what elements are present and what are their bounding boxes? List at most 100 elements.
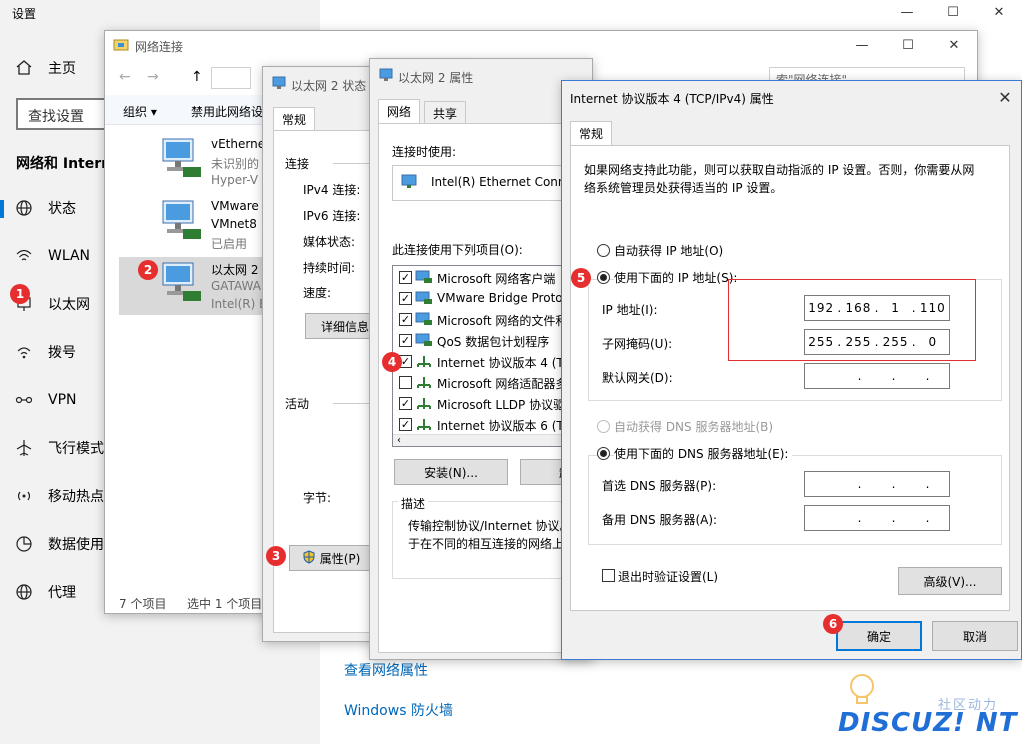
advanced-button[interactable]: 高级(V)... (898, 567, 1002, 595)
validate-checkbox[interactable] (602, 569, 615, 582)
alternate-dns-label: 备用 DNS 服务器(A): (602, 513, 718, 527)
protocol-icon (415, 354, 433, 371)
protocol-icon (415, 375, 433, 392)
cancel-button[interactable]: 取消 (932, 621, 1018, 651)
status-row-label: IPv6 连接: (303, 209, 361, 223)
item-checkbox[interactable]: ✓ (399, 397, 412, 410)
item-label: Microsoft LLDP 协议驱 (437, 398, 566, 412)
tab-general[interactable]: 常规 (273, 107, 316, 131)
proxy-icon (14, 582, 34, 602)
tab-general[interactable]: 常规 (570, 121, 613, 145)
item-checkbox[interactable]: ✓ (399, 313, 412, 326)
nav-item-label: 状态 (48, 201, 76, 217)
item-checkbox[interactable]: ✓ (399, 418, 412, 431)
item-label: Microsoft 网络适配器多 (437, 377, 568, 391)
step-badge: 5 (571, 268, 591, 288)
adapter-name: Intel(R) Ethernet Conne (431, 175, 573, 189)
item-checkbox[interactable]: ✓ (399, 334, 412, 347)
dns-group (588, 455, 1002, 545)
netconn-close-button[interactable]: ✕ (931, 33, 977, 57)
item-label: Microsoft 网络的文件和 (437, 314, 568, 328)
bytes-label: 字节: (303, 491, 332, 505)
items-label: 此连接使用下列项目(O): (392, 243, 523, 257)
ipv4-close-button[interactable]: ✕ (990, 85, 1020, 109)
auto-dns-radio[interactable] (597, 420, 610, 433)
adapter-status: GATAWA (211, 279, 261, 293)
adapter-status: 未识别的 (211, 157, 260, 171)
nav-item-label: 代理 (48, 585, 76, 601)
preferred-dns-input[interactable]: ... (804, 471, 950, 497)
item-checkbox[interactable] (399, 376, 412, 389)
properties-button[interactable]: 属性(P) (289, 545, 373, 571)
status-row-label: 速度: (303, 286, 332, 300)
globe-icon (14, 198, 34, 218)
install-button[interactable]: 安装(N)... (394, 459, 508, 485)
list-item-ipv4[interactable]: ✓ Internet 协议版本 4 (TC (393, 351, 571, 372)
client-icon (415, 270, 433, 287)
adapter-device: 已启用 (211, 237, 248, 251)
adapter-device: Intel(R) E (211, 297, 267, 311)
ethernet-properties-dialog: 以太网 2 属性 网络 共享 连接时使用: Intel(R) Ethernet … (369, 58, 593, 660)
manual-ip-radio[interactable] (597, 271, 610, 284)
settings-maximize-button[interactable]: ☐ (930, 0, 976, 24)
netconn-maximize-button[interactable]: ☐ (885, 33, 931, 57)
connect-using-label: 连接时使用: (392, 145, 457, 159)
tab-sharing[interactable]: 共享 (424, 101, 467, 123)
netconn-minimize-button[interactable]: — (839, 33, 885, 57)
view-network-properties-link[interactable]: 查看网络属性 (344, 660, 428, 680)
item-checkbox[interactable]: ✓ (399, 292, 412, 305)
list-item[interactable]: ✓ Internet 协议版本 6 (TC (393, 414, 571, 435)
auto-ip-label: 自动获得 IP 地址(O) (614, 244, 724, 258)
adapter-name: vEthernet (211, 137, 270, 151)
adapter-name: 以太网 2 (211, 263, 259, 277)
settings-title: 设置 (12, 7, 37, 21)
data-usage-icon (14, 534, 34, 554)
item-checkbox[interactable]: ✓ (399, 271, 412, 284)
manual-ip-label: 使用下面的 IP 地址(S): (614, 269, 742, 286)
tab-networking[interactable]: 网络 (378, 99, 421, 123)
windows-firewall-link[interactable]: Windows 防火墙 (344, 700, 453, 720)
highlight-box (728, 279, 976, 361)
status-row-label: 持续时间: (303, 261, 356, 275)
ipv4-dialog-title: Internet 协议版本 4 (TCP/IPv4) 属性 (570, 92, 774, 106)
manual-dns-label: 使用下面的 DNS 服务器地址(E): (614, 445, 793, 462)
list-item[interactable]: ✓ QoS 数据包计划程序 (393, 330, 568, 351)
ok-button[interactable]: 确定 (836, 621, 922, 651)
step-badge: 3 (266, 546, 286, 566)
adapter-vethernet[interactable]: vEthernet 未识别的 Hyper-V (119, 133, 279, 191)
vpn-icon (14, 390, 34, 410)
list-item[interactable]: ✓ Microsoft LLDP 协议驱 (393, 393, 568, 414)
nav-item-label: VPN (48, 392, 77, 408)
network-adapter-icon (157, 137, 203, 181)
activity-heading: 活动 (285, 397, 310, 411)
step-badge: 4 (382, 352, 402, 372)
disable-device-button[interactable]: 禁用此网络设 (191, 103, 263, 120)
uac-shield-icon (302, 549, 316, 567)
wifi-icon (14, 246, 34, 266)
settings-close-button[interactable]: ✕ (976, 0, 1022, 24)
manual-dns-radio[interactable] (597, 447, 610, 460)
address-bar[interactable] (211, 67, 251, 89)
up-arrow-icon[interactable]: ↑ (191, 69, 203, 85)
nav-item-label: 数据使用 (48, 537, 104, 553)
network-adapter-icon (401, 174, 419, 190)
default-gateway-input[interactable]: ... (804, 363, 950, 389)
list-item[interactable]: Microsoft 网络适配器多 (393, 372, 568, 393)
auto-ip-radio[interactable] (597, 244, 610, 257)
item-count: 7 个项目 (119, 597, 167, 611)
forward-arrow-icon[interactable]: → (147, 69, 159, 85)
organize-menu[interactable]: 组织 ▾ (123, 103, 157, 120)
network-status-icon (271, 75, 287, 91)
protocol-icon (415, 396, 433, 413)
list-item[interactable]: ✓ Microsoft 网络客户端 (393, 267, 568, 288)
divider (333, 403, 373, 404)
settings-minimize-button[interactable]: — (884, 0, 930, 24)
list-item[interactable]: ✓ VMware Bridge Proto (393, 288, 568, 309)
back-arrow-icon[interactable]: ← (119, 69, 131, 85)
alternate-dns-input[interactable]: ... (804, 505, 950, 531)
properties-dialog-title: 以太网 2 属性 (398, 71, 474, 85)
network-adapter-icon (157, 261, 203, 305)
adapter-vmnet8[interactable]: VMware VMnet8 已启用 (119, 195, 279, 253)
airplane-icon (14, 438, 34, 458)
list-item[interactable]: ✓ Microsoft 网络的文件和 (393, 309, 568, 330)
